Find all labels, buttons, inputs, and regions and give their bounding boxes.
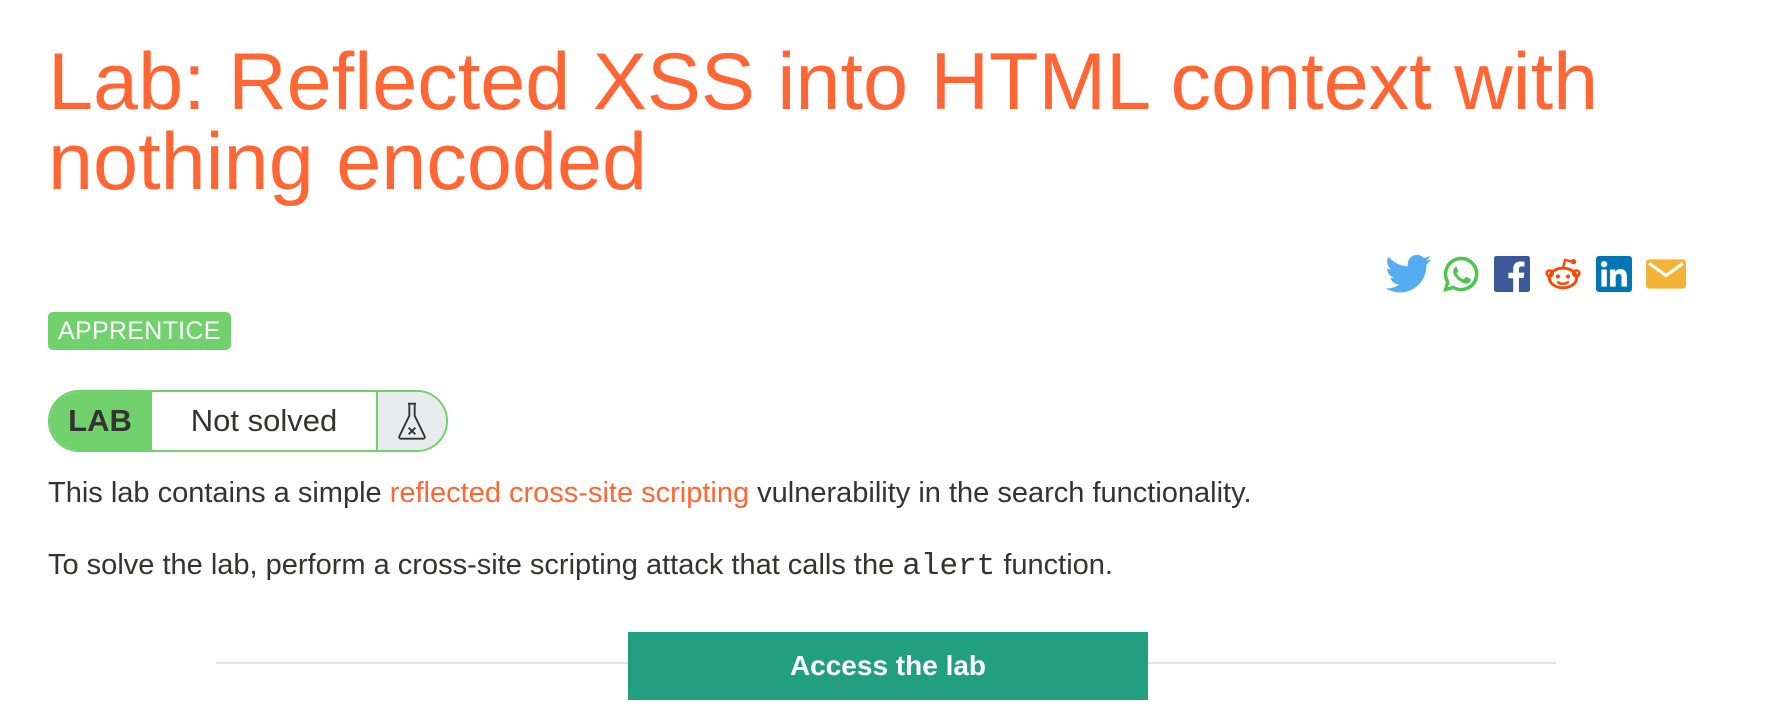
access-lab-button[interactable]: Access the lab (628, 632, 1148, 700)
email-icon[interactable] (1646, 259, 1686, 289)
lab-status-text: Not solved (152, 392, 378, 450)
objective-text: function. (995, 549, 1113, 581)
lab-status-widget: LAB Not solved (48, 390, 448, 452)
lab-description: This lab contains a simple reflected cro… (48, 475, 1252, 511)
share-bar (1386, 250, 1686, 298)
reflected-xss-link[interactable]: reflected cross-site scripting (390, 477, 749, 509)
description-text: vulnerability in the search functionalit… (749, 477, 1252, 509)
reddit-icon[interactable] (1544, 255, 1582, 293)
page-title: Lab: Reflected XSS into HTML context wit… (48, 37, 1599, 207)
whatsapp-icon[interactable] (1442, 255, 1480, 293)
lab-objective: To solve the lab, perform a cross-site s… (48, 547, 1113, 585)
alert-code: alert (902, 549, 996, 584)
linkedin-icon[interactable] (1596, 256, 1632, 292)
facebook-icon[interactable] (1494, 256, 1530, 292)
description-text: This lab contains a simple (48, 477, 390, 509)
level-badge: APPRENTICE (48, 312, 231, 350)
flask-icon (378, 392, 446, 450)
twitter-icon[interactable] (1386, 254, 1432, 294)
objective-text: To solve the lab, perform a cross-site s… (48, 549, 903, 581)
lab-page: Lab: Reflected XSS into HTML context wit… (0, 0, 1766, 720)
lab-label: LAB (50, 392, 152, 450)
